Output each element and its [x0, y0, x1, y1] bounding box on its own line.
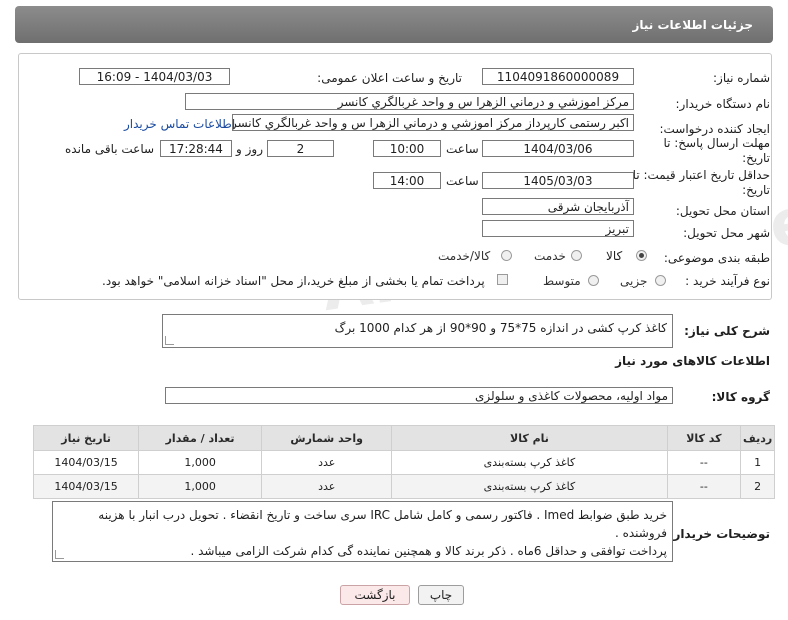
city-label: شهر محل تحویل: [683, 226, 770, 240]
table-row: 2 -- کاغذ کرپ بسته‌بندی عدد 1,000 1404/0… [32, 474, 775, 499]
province-field: آذربایجان شرقی [482, 198, 634, 215]
validity-label: حداقل تاریخ اعتبار قیمت: تا تاریخ: [632, 168, 770, 197]
category-both-radio[interactable] [501, 250, 512, 261]
cell-qty: 1,000 [138, 450, 263, 475]
buyer-notes-line-1: خرید طبق ضوابط Imed . فاکتور رسمی و کامل… [98, 508, 667, 540]
deadline-date-field: 1404/03/06 [482, 140, 634, 157]
resize-grip-icon [165, 336, 174, 345]
col-date: تاریخ نیاز [32, 425, 140, 451]
validity-time-field: 14:00 [373, 172, 441, 189]
summary-textarea[interactable]: کاغذ کرپ کشی در اندازه 75*75 و 90*90 از … [162, 314, 673, 348]
resize-grip-icon [55, 550, 64, 559]
process-minor-label: جزیی [620, 274, 648, 288]
buyer-notes-textarea[interactable]: خرید طبق ضوابط Imed . فاکتور رسمی و کامل… [52, 501, 673, 562]
page-header: جزئیات اطلاعات نیاز [15, 6, 773, 43]
cell-name: کاغذ کرپ بسته‌بندی [391, 450, 668, 475]
announce-label: تاریخ و ساعت اعلان عمومی: [317, 71, 462, 85]
cell-row: 1 [740, 450, 775, 475]
process-medium-radio[interactable] [588, 275, 599, 286]
buyer-org-label: نام دستگاه خریدار: [675, 97, 771, 111]
process-medium-label: متوسط [543, 274, 581, 288]
category-service-radio[interactable] [571, 250, 582, 261]
summary-label: شرح کلی نیاز: [684, 324, 770, 338]
need-number-field: 1104091860000089 [482, 68, 634, 85]
goods-group-field: مواد اولیه، محصولات کاغذی و سلولزی [165, 387, 673, 404]
cell-qty: 1,000 [138, 474, 263, 499]
table-row: 1 -- کاغذ کرپ بسته‌بندی عدد 1,000 1404/0… [32, 450, 775, 475]
process-minor-radio[interactable] [655, 275, 666, 286]
creator-label: ایجاد کننده درخواست: [659, 122, 770, 136]
treasury-checkbox[interactable] [497, 274, 508, 285]
goods-group-label: گروه کالا: [711, 390, 770, 404]
deadline-time-label: ساعت [446, 142, 479, 156]
announce-field: 1404/03/03 - 16:09 [79, 68, 230, 85]
process-label: نوع فرآیند خرید : [685, 274, 770, 288]
cell-code: -- [666, 474, 742, 499]
category-both-label: کالا/خدمت [438, 249, 491, 263]
deadline-time-field: 10:00 [373, 140, 441, 157]
cell-date: 1404/03/15 [32, 450, 140, 475]
col-unit: واحد شمارش [261, 425, 393, 451]
cell-row: 2 [740, 474, 775, 499]
remaining-time-field: 17:28:44 [160, 140, 232, 157]
validity-date-field: 1405/03/03 [482, 172, 634, 189]
cell-code: -- [666, 450, 742, 475]
buyer-org-field: مرکز اموزشي و درماني الزهرا س و واحد غرب… [185, 93, 634, 110]
buyer-notes-label: توضیحات خریدار: [668, 527, 770, 541]
page-title: جزئیات اطلاعات نیاز [632, 18, 753, 32]
cell-name: کاغذ کرپ بسته‌بندی [391, 474, 668, 499]
days-label: روز و [236, 142, 263, 156]
goods-table-wrap: ردیف کد کالا نام کالا واحد شمارش تعداد /… [32, 425, 775, 499]
category-service-label: خدمت [534, 249, 566, 263]
category-goods-radio[interactable] [636, 250, 647, 261]
col-code: کد کالا [666, 425, 742, 451]
buyer-notes-line-2: پرداخت توافقی و حداقل 6ماه . ذکر برند کا… [190, 544, 667, 558]
cell-unit: عدد [261, 474, 393, 499]
need-number-label: شماره نیاز: [713, 71, 770, 85]
category-label: طبقه بندی موضوعی: [663, 251, 770, 265]
category-goods-label: کالا [606, 249, 623, 263]
goods-section-title: اطلاعات کالاهای مورد نیاز [615, 354, 770, 368]
deadline-label: مهلت ارسال پاسخ: تا تاریخ: [663, 136, 770, 165]
validity-time-label: ساعت [446, 174, 479, 188]
payment-note: پرداخت تمام یا بخشی از مبلغ خرید،از محل … [102, 274, 485, 288]
buyer-contact-link[interactable]: اطلاعات تماس خریدار [124, 117, 235, 131]
print-button[interactable]: چاپ [418, 585, 464, 605]
city-field: تبریز [482, 220, 634, 237]
cell-date: 1404/03/15 [32, 474, 140, 499]
goods-table: ردیف کد کالا نام کالا واحد شمارش تعداد /… [32, 425, 775, 499]
remaining-label: ساعت باقی مانده [65, 142, 155, 156]
col-row: ردیف [740, 425, 775, 451]
days-field: 2 [267, 140, 334, 157]
creator-field: اکبر رستمی کارپرداز مرکز اموزشي و درماني… [232, 114, 634, 131]
col-name: نام کالا [391, 425, 668, 451]
cell-unit: عدد [261, 450, 393, 475]
goods-table-header: ردیف کد کالا نام کالا واحد شمارش تعداد /… [32, 425, 775, 451]
province-label: استان محل تحویل: [675, 204, 770, 218]
back-button[interactable]: بازگشت [340, 585, 410, 605]
col-qty: تعداد / مقدار [138, 425, 263, 451]
summary-text: کاغذ کرپ کشی در اندازه 75*75 و 90*90 از … [334, 321, 667, 335]
